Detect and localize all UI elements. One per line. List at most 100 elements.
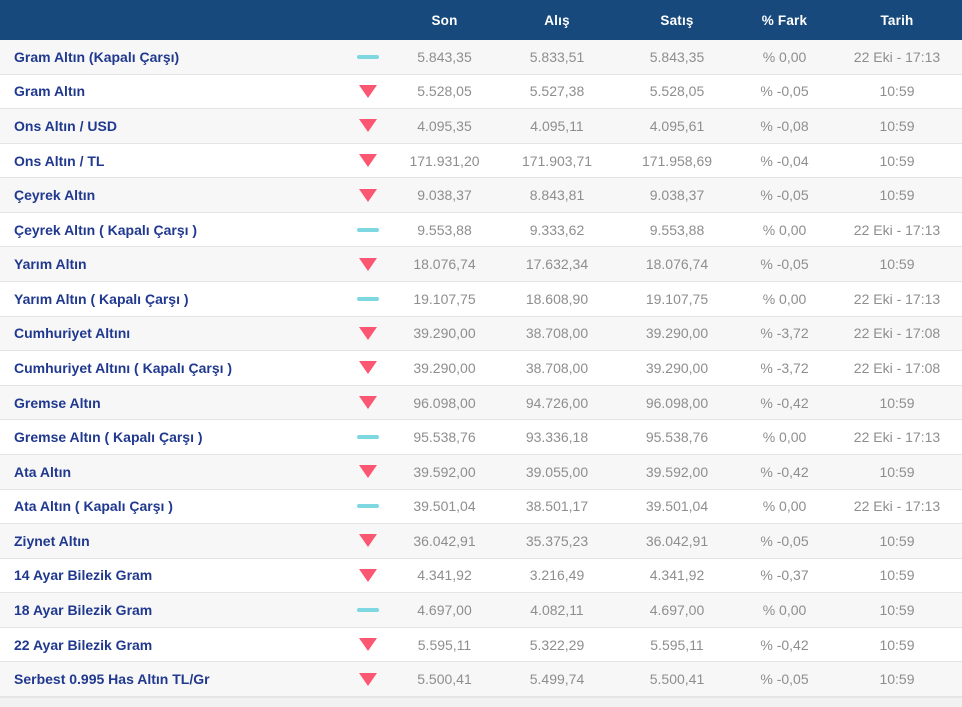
son-value: 5.843,35 <box>392 49 497 65</box>
table-row[interactable]: Gremse Altın ( Kapalı Çarşı ) 95.538,76 … <box>0 420 962 455</box>
header-tarih: Tarih <box>832 13 962 28</box>
fark-value: % -0,42 <box>737 637 832 653</box>
fark-value: % -0,42 <box>737 464 832 480</box>
down-triangle-icon <box>344 534 392 547</box>
son-value: 5.595,11 <box>392 637 497 653</box>
instrument-name-link[interactable]: Serbest 0.995 Has Altın TL/Gr <box>0 671 344 687</box>
instrument-name-link[interactable]: Gremse Altın <box>0 395 344 411</box>
table-row[interactable]: Çeyrek Altın 9.038,37 8.843,81 9.038,37 … <box>0 178 962 213</box>
table-row[interactable]: Ata Altın 39.592,00 39.055,00 39.592,00 … <box>0 455 962 490</box>
satis-value: 39.501,04 <box>617 498 737 514</box>
table-row[interactable]: Cumhuriyet Altını 39.290,00 38.708,00 39… <box>0 317 962 352</box>
satis-value: 18.076,74 <box>617 256 737 272</box>
flat-dash-icon <box>344 504 392 508</box>
fark-value: % 0,00 <box>737 49 832 65</box>
alis-value: 38.501,17 <box>497 498 617 514</box>
table-row[interactable]: Yarım Altın 18.076,74 17.632,34 18.076,7… <box>0 247 962 282</box>
son-value: 95.538,76 <box>392 429 497 445</box>
instrument-name-link[interactable]: Yarım Altın <box>0 256 344 272</box>
alis-value: 38.708,00 <box>497 360 617 376</box>
tarih-value: 10:59 <box>832 464 962 480</box>
instrument-name-link[interactable]: Gram Altın <box>0 83 344 99</box>
instrument-name-link[interactable]: Ons Altın / USD <box>0 118 344 134</box>
satis-value: 96.098,00 <box>617 395 737 411</box>
down-triangle-icon <box>344 638 392 651</box>
flat-dash-icon <box>344 435 392 439</box>
alis-value: 5.527,38 <box>497 83 617 99</box>
alis-value: 35.375,23 <box>497 533 617 549</box>
fark-value: % -0,05 <box>737 256 832 272</box>
satis-value: 4.095,61 <box>617 118 737 134</box>
table-row[interactable]: Serbest 0.995 Has Altın TL/Gr 5.500,41 5… <box>0 662 962 697</box>
instrument-name-link[interactable]: Gram Altın (Kapalı Çarşı) <box>0 49 344 65</box>
satis-value: 39.290,00 <box>617 325 737 341</box>
table-row[interactable]: Gram Altın 5.528,05 5.527,38 5.528,05 % … <box>0 75 962 110</box>
header-alis: Alış <box>497 13 617 28</box>
satis-value: 4.697,00 <box>617 602 737 618</box>
alis-value: 94.726,00 <box>497 395 617 411</box>
tarih-value: 22 Eki - 17:13 <box>832 222 962 238</box>
instrument-name-link[interactable]: 22 Ayar Bilezik Gram <box>0 637 344 653</box>
tarih-value: 22 Eki - 17:08 <box>832 325 962 341</box>
instrument-name-link[interactable]: 14 Ayar Bilezik Gram <box>0 567 344 583</box>
fark-value: % 0,00 <box>737 222 832 238</box>
alis-value: 5.833,51 <box>497 49 617 65</box>
son-value: 171.931,20 <box>392 153 497 169</box>
son-value: 39.592,00 <box>392 464 497 480</box>
instrument-name-link[interactable]: Ata Altın ( Kapalı Çarşı ) <box>0 498 344 514</box>
satis-value: 19.107,75 <box>617 291 737 307</box>
son-value: 19.107,75 <box>392 291 497 307</box>
fark-value: % -0,04 <box>737 153 832 169</box>
gold-prices-table: Son Alış Satış % Fark Tarih Gram Altın (… <box>0 0 962 707</box>
alis-value: 39.055,00 <box>497 464 617 480</box>
instrument-name-link[interactable]: Çeyrek Altın ( Kapalı Çarşı ) <box>0 222 344 238</box>
instrument-name-link[interactable]: Gremse Altın ( Kapalı Çarşı ) <box>0 429 344 445</box>
flat-dash-icon <box>344 228 392 232</box>
son-value: 9.038,37 <box>392 187 497 203</box>
satis-value: 39.592,00 <box>617 464 737 480</box>
table-row[interactable]: Ons Altın / USD 4.095,35 4.095,11 4.095,… <box>0 109 962 144</box>
son-value: 9.553,88 <box>392 222 497 238</box>
satis-value: 5.500,41 <box>617 671 737 687</box>
tarih-value: 10:59 <box>832 153 962 169</box>
table-row[interactable]: Çeyrek Altın ( Kapalı Çarşı ) 9.553,88 9… <box>0 213 962 248</box>
tarih-value: 22 Eki - 17:13 <box>832 291 962 307</box>
table-row[interactable]: Ons Altın / TL 171.931,20 171.903,71 171… <box>0 144 962 179</box>
table-row[interactable]: 14 Ayar Bilezik Gram 4.341,92 3.216,49 4… <box>0 559 962 594</box>
instrument-name-link[interactable]: Yarım Altın ( Kapalı Çarşı ) <box>0 291 344 307</box>
alis-value: 93.336,18 <box>497 429 617 445</box>
son-value: 39.501,04 <box>392 498 497 514</box>
fark-value: % 0,00 <box>737 429 832 445</box>
table-row[interactable]: Yarım Altın ( Kapalı Çarşı ) 19.107,75 1… <box>0 282 962 317</box>
tarih-value: 10:59 <box>832 602 962 618</box>
tarih-value: 10:59 <box>832 637 962 653</box>
fark-value: % -0,42 <box>737 395 832 411</box>
table-row[interactable]: Gremse Altın 96.098,00 94.726,00 96.098,… <box>0 386 962 421</box>
instrument-name-link[interactable]: Ons Altın / TL <box>0 153 344 169</box>
table-row[interactable]: Ata Altın ( Kapalı Çarşı ) 39.501,04 38.… <box>0 490 962 525</box>
alis-value: 8.843,81 <box>497 187 617 203</box>
table-row[interactable]: Ziynet Altın 36.042,91 35.375,23 36.042,… <box>0 524 962 559</box>
table-row[interactable]: 18 Ayar Bilezik Gram 4.697,00 4.082,11 4… <box>0 593 962 628</box>
alis-value: 18.608,90 <box>497 291 617 307</box>
tarih-value: 22 Eki - 17:13 <box>832 498 962 514</box>
instrument-name-link[interactable]: Ziynet Altın <box>0 533 344 549</box>
instrument-name-link[interactable]: Cumhuriyet Altını ( Kapalı Çarşı ) <box>0 360 344 376</box>
alis-value: 3.216,49 <box>497 567 617 583</box>
table-row[interactable]: 22 Ayar Bilezik Gram 5.595,11 5.322,29 5… <box>0 628 962 663</box>
instrument-name-link[interactable]: Ata Altın <box>0 464 344 480</box>
flat-dash-icon <box>344 608 392 612</box>
tarih-value: 22 Eki - 17:13 <box>832 429 962 445</box>
son-value: 4.697,00 <box>392 602 497 618</box>
tarih-value: 22 Eki - 17:08 <box>832 360 962 376</box>
instrument-name-link[interactable]: Çeyrek Altın <box>0 187 344 203</box>
tarih-value: 10:59 <box>832 83 962 99</box>
table-row[interactable]: Gram Altın (Kapalı Çarşı) 5.843,35 5.833… <box>0 40 962 75</box>
alis-value: 4.082,11 <box>497 602 617 618</box>
satis-value: 171.958,69 <box>617 153 737 169</box>
table-row[interactable]: Cumhuriyet Altını ( Kapalı Çarşı ) 39.29… <box>0 351 962 386</box>
instrument-name-link[interactable]: Cumhuriyet Altını <box>0 325 344 341</box>
alis-value: 171.903,71 <box>497 153 617 169</box>
instrument-name-link[interactable]: 18 Ayar Bilezik Gram <box>0 602 344 618</box>
fark-value: % -3,72 <box>737 360 832 376</box>
